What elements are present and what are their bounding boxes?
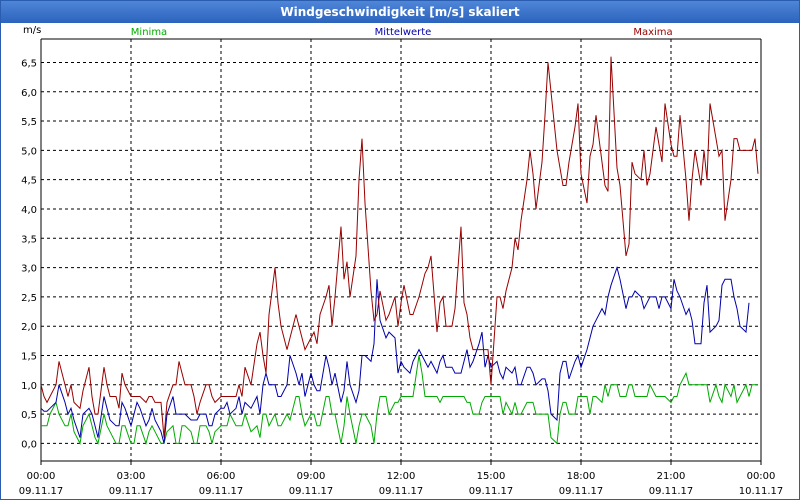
x-tick-time: 21:00 [657,471,686,482]
y-axis-label: m/s [23,25,41,36]
x-tick-time: 09:00 [297,471,326,482]
x-tick-date: 09.11.17 [559,486,604,497]
y-tick-label: 2,0 [21,322,37,333]
x-tick-time: 03:00 [117,471,146,482]
y-tick-label: 6,0 [21,88,37,99]
x-tick-date: 09.11.17 [289,486,334,497]
x-tick-date: 09.11.17 [379,486,424,497]
x-tick-date: 09.11.17 [109,486,154,497]
legend: Minima Mittelwerte Maxima [131,27,673,38]
y-tick-label: 2,5 [21,293,37,304]
legend-label-minima: Minima [131,27,167,38]
y-tick-label: 3,0 [21,264,37,275]
x-tick-time: 12:00 [387,471,416,482]
x-tick-date: 09.11.17 [199,486,244,497]
y-tick-label: 5,0 [21,146,37,157]
y-tick-label: 4,5 [21,176,37,187]
y-tick-label: 5,5 [21,117,37,128]
x-tick-time: 18:00 [567,471,596,482]
y-tick-label: 4,0 [21,205,37,216]
window-title: Windgeschwindigkeit [m/s] skaliert [1,1,799,23]
y-tick-label: 6,5 [21,58,37,69]
x-tick-date: 09.11.17 [469,486,514,497]
y-tick-label: 0,0 [21,439,37,450]
wind-speed-chart: 0,0 0,5 1,0 1,5 2,0 2,5 3,0 3,5 4,0 4,5 5,0 5,5 6,0 6… [19,25,784,497]
chart-window: Windgeschwindigkeit [m/s] skaliert 0,0 0,… [0,0,800,500]
x-tick-date: 09.11.17 [649,486,694,497]
x-tick-date: 10.11.17 [739,486,784,497]
grid [41,39,761,461]
x-tick-date: 09.11.17 [19,486,64,497]
x-tick-time: 00:00 [27,471,56,482]
y-tick-label: 1,0 [21,381,37,392]
x-tick-time: 15:00 [477,471,506,482]
x-tick-time: 06:00 [207,471,236,482]
x-tick-time: 00:00 [747,471,776,482]
y-tick-label: 1,5 [21,352,37,363]
y-tick-label: 3,5 [21,234,37,245]
legend-label-mittelwerte: Mittelwerte [375,27,432,38]
y-tick-label: 0,5 [21,410,37,421]
legend-label-maxima: Maxima [633,27,672,38]
